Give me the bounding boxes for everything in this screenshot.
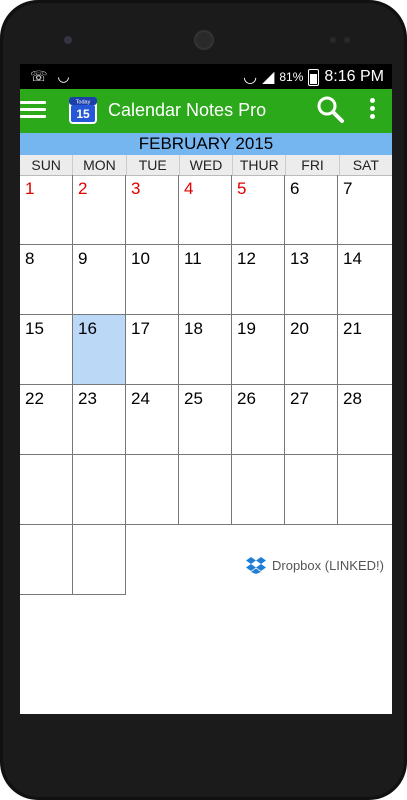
day-cell[interactable]: 13 xyxy=(285,245,338,315)
day-cell[interactable]: 6 xyxy=(285,175,338,245)
status-left-icons: ☏ ◡ xyxy=(30,68,70,85)
dropbox-status[interactable]: Dropbox (LINKED!) xyxy=(246,556,384,574)
day-cell[interactable]: 4 xyxy=(179,175,232,245)
week-row-3: 15 16 17 18 19 20 21 xyxy=(20,315,392,385)
status-bar: ☏ ◡ ◡ ◢ 81% 8:16 PM xyxy=(20,64,392,89)
earpiece-speaker xyxy=(194,30,214,50)
day-cell[interactable]: 10 xyxy=(126,245,179,315)
search-icon[interactable] xyxy=(316,95,344,123)
day-cell[interactable]: 17 xyxy=(126,315,179,385)
day-cell[interactable]: 20 xyxy=(285,315,338,385)
week-row-5 xyxy=(20,455,392,525)
day-cell-empty[interactable] xyxy=(232,455,285,525)
day-cell[interactable]: 21 xyxy=(338,315,392,385)
weekday-thur: THUR xyxy=(233,155,287,175)
day-cell[interactable]: 15 xyxy=(20,315,73,385)
day-cell[interactable]: 9 xyxy=(73,245,126,315)
calendar-grid: 1 2 3 4 5 6 7 8 9 10 11 12 13 14 15 16 1… xyxy=(20,175,392,595)
weekday-tue: TUE xyxy=(127,155,180,175)
day-cell-empty[interactable] xyxy=(285,455,338,525)
calendar-app-icon: 15 Today xyxy=(69,97,97,124)
day-cell[interactable]: 26 xyxy=(232,385,285,455)
battery-percent: 81% xyxy=(279,70,304,84)
day-cell[interactable]: 18 xyxy=(179,315,232,385)
weekday-mon: MON xyxy=(73,155,127,175)
svg-text:15: 15 xyxy=(76,107,90,121)
day-cell-empty[interactable] xyxy=(179,455,232,525)
phone-frame: ☏ ◡ ◡ ◢ 81% 8:16 PM 15 Today Calendar No… xyxy=(0,0,407,800)
day-cell[interactable]: 12 xyxy=(232,245,285,315)
day-cell[interactable]: 28 xyxy=(338,385,392,455)
day-cell[interactable]: 8 xyxy=(20,245,73,315)
front-camera xyxy=(64,36,72,44)
day-cell[interactable]: 23 xyxy=(73,385,126,455)
day-cell[interactable]: 14 xyxy=(338,245,392,315)
month-header[interactable]: FEBRUARY 2015 xyxy=(20,133,392,155)
day-cell[interactable]: 7 xyxy=(338,175,392,245)
day-cell-empty[interactable] xyxy=(126,455,179,525)
day-cell-empty[interactable] xyxy=(338,455,392,525)
sensor-right xyxy=(344,37,350,43)
weekday-wed: WED xyxy=(180,155,234,175)
day-cell[interactable]: 1 xyxy=(20,175,73,245)
dropbox-label: Dropbox (LINKED!) xyxy=(272,557,384,573)
day-cell[interactable]: 5 xyxy=(232,175,285,245)
day-cell[interactable]: 25 xyxy=(179,385,232,455)
day-cell[interactable]: 19 xyxy=(232,315,285,385)
wifi-signal-icon: ◡ xyxy=(243,69,258,86)
dropbox-icon xyxy=(246,557,266,574)
day-cell-empty[interactable] xyxy=(73,455,126,525)
wifi-call-icon: ☏ xyxy=(30,68,48,84)
screen: ☏ ◡ ◡ ◢ 81% 8:16 PM 15 Today Calendar No… xyxy=(20,64,392,714)
app-bar: 15 Today Calendar Notes Pro xyxy=(20,89,392,133)
weekday-header: SUN MON TUE WED THUR FRI SAT xyxy=(20,155,392,176)
cell-signal-icon: ◢ xyxy=(262,69,275,86)
weekday-sun: SUN xyxy=(20,155,74,175)
week-row-2: 8 9 10 11 12 13 14 xyxy=(20,245,392,315)
status-right: ◡ ◢ 81% 8:16 PM xyxy=(243,67,384,87)
day-cell[interactable]: 24 xyxy=(126,385,179,455)
week-row-4: 22 23 24 25 26 27 28 xyxy=(20,385,392,455)
weekday-sat: SAT xyxy=(352,157,379,173)
week-row-1: 1 2 3 4 5 6 7 xyxy=(20,175,392,245)
weekday-fri: FRI xyxy=(286,155,340,175)
day-cell[interactable]: 3 xyxy=(126,175,179,245)
day-cell[interactable]: 22 xyxy=(20,385,73,455)
day-cell-empty[interactable] xyxy=(20,525,73,595)
app-title: Calendar Notes Pro xyxy=(108,100,267,120)
sensor-left xyxy=(330,37,336,43)
clock: 8:16 PM xyxy=(324,68,384,85)
svg-text:Today: Today xyxy=(76,100,91,106)
day-cell-empty[interactable] xyxy=(73,525,126,595)
day-cell-selected[interactable]: 16 xyxy=(73,315,126,385)
wifi-icon: ◡ xyxy=(57,68,70,84)
battery-icon xyxy=(308,68,320,86)
menu-icon[interactable] xyxy=(20,97,46,121)
day-cell[interactable]: 2 xyxy=(73,175,126,245)
day-cell[interactable]: 11 xyxy=(179,245,232,315)
day-cell-empty[interactable] xyxy=(20,455,73,525)
day-cell[interactable]: 27 xyxy=(285,385,338,455)
more-options-icon[interactable] xyxy=(368,95,376,125)
